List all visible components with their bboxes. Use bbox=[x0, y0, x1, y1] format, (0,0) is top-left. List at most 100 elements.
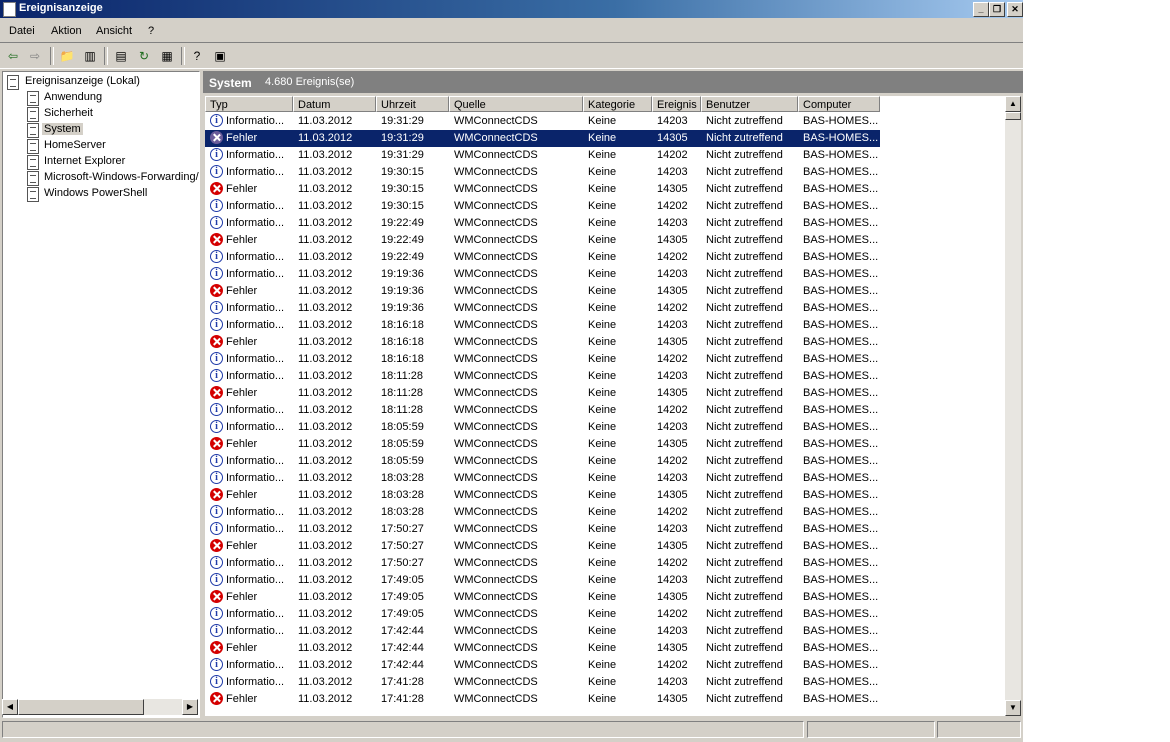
table-row[interactable]: Fehler 11.03.2012 19:31:29 WMConnectCDS Kein… bbox=[205, 130, 880, 147]
console-icon[interactable]: ▣ bbox=[212, 48, 228, 64]
refresh-icon[interactable]: ↻ bbox=[136, 48, 152, 64]
status-pane-2 bbox=[807, 721, 935, 738]
column-header-quelle[interactable]: Quelle bbox=[449, 96, 583, 112]
table-row[interactable]: Fehler 11.03.2012 19:22:49 WMConnectCDS Kein… bbox=[205, 232, 880, 249]
back-icon[interactable]: ⇦ bbox=[5, 48, 21, 64]
table-row[interactable]: i Informatio... 11.03.2012 19:22:49 WMConnec… bbox=[205, 215, 880, 232]
log-icon bbox=[27, 139, 39, 154]
event-list[interactable]: Typ Datum Uhrzeit Quelle Kategorie Ereig… bbox=[205, 96, 1005, 716]
column-header-kategorie[interactable]: Kategorie bbox=[583, 96, 652, 112]
table-row[interactable]: i Informatio... 11.03.2012 19:30:15 WMConnec… bbox=[205, 164, 880, 181]
cell-category: Keine bbox=[588, 659, 617, 671]
up-folder-icon[interactable]: 📁 bbox=[59, 48, 75, 64]
table-row[interactable]: Fehler 11.03.2012 17:41:28 WMConnectCDS Kein… bbox=[205, 691, 880, 708]
forward-icon[interactable]: ⇨ bbox=[27, 48, 43, 64]
table-row[interactable]: i Informatio... 11.03.2012 18:11:28 WMConnec… bbox=[205, 402, 880, 419]
table-row[interactable]: Fehler 11.03.2012 18:05:59 WMConnectCDS Kein… bbox=[205, 436, 880, 453]
table-row[interactable]: Fehler 11.03.2012 17:42:44 WMConnectCDS Kein… bbox=[205, 640, 880, 657]
help-icon[interactable]: ? bbox=[189, 48, 205, 64]
error-icon bbox=[210, 539, 223, 552]
table-row[interactable]: i Informatio... 11.03.2012 17:41:28 WMConnec… bbox=[205, 674, 880, 691]
cell-date: 11.03.2012 bbox=[298, 506, 353, 518]
status-bar bbox=[0, 719, 1023, 739]
table-row[interactable]: Fehler 11.03.2012 17:49:05 WMConnectCDS Kein… bbox=[205, 589, 880, 606]
table-row[interactable]: i Informatio... 11.03.2012 17:49:05 WMConnec… bbox=[205, 606, 880, 623]
column-header-ereignis[interactable]: Ereignis bbox=[652, 96, 701, 112]
tree-horizontal-scrollbar[interactable]: ◀ ▶ bbox=[2, 699, 198, 715]
title-bar[interactable]: Ereignisanzeige _ ❐ ✕ bbox=[0, 0, 1023, 18]
close-button[interactable]: ✕ bbox=[1007, 2, 1023, 17]
cell-source: WMConnectCDS bbox=[454, 251, 538, 263]
minimize-button[interactable]: _ bbox=[973, 2, 989, 17]
table-row[interactable]: i Informatio... 11.03.2012 18:16:18 WMConnec… bbox=[205, 351, 880, 368]
column-header-typ[interactable]: Typ bbox=[205, 96, 293, 112]
info-icon: i bbox=[210, 267, 223, 280]
column-header-computer[interactable]: Computer bbox=[798, 96, 880, 112]
cell-time: 18:03:28 bbox=[381, 506, 424, 518]
cell-time: 18:05:59 bbox=[381, 421, 424, 433]
error-icon bbox=[210, 386, 223, 399]
restore-button[interactable]: ❐ bbox=[989, 2, 1005, 17]
properties-icon[interactable]: ▤ bbox=[113, 48, 129, 64]
menu-ansicht[interactable]: Ansicht bbox=[96, 25, 132, 37]
menu-datei[interactable]: Datei bbox=[9, 25, 35, 37]
list-vertical-scrollbar[interactable]: ▲ ▼ bbox=[1005, 96, 1021, 716]
scroll-right-icon[interactable]: ▶ bbox=[182, 699, 198, 715]
cell-event: 14305 bbox=[657, 234, 688, 246]
cell-user: Nicht zutreffend bbox=[706, 608, 783, 620]
cell-category: Keine bbox=[588, 523, 617, 535]
table-row[interactable]: i Informatio... 11.03.2012 17:50:27 WMConnec… bbox=[205, 555, 880, 572]
export-list-icon[interactable]: ▦ bbox=[159, 48, 175, 64]
cell-type: Informatio... bbox=[226, 268, 285, 280]
table-row[interactable]: Fehler 11.03.2012 18:16:18 WMConnectCDS Kein… bbox=[205, 334, 880, 351]
table-row[interactable]: i Informatio... 11.03.2012 18:11:28 WMConnec… bbox=[205, 368, 880, 385]
scroll-left-icon[interactable]: ◀ bbox=[2, 699, 18, 715]
cell-date: 11.03.2012 bbox=[298, 251, 353, 263]
column-header-uhrzeit[interactable]: Uhrzeit bbox=[376, 96, 449, 112]
table-row[interactable]: i Informatio... 11.03.2012 19:31:29 WMConnec… bbox=[205, 147, 880, 164]
show-hide-tree-icon[interactable]: ▥ bbox=[82, 48, 98, 64]
table-row[interactable]: Fehler 11.03.2012 19:19:36 WMConnectCDS Kein… bbox=[205, 283, 880, 300]
cell-event: 14203 bbox=[657, 319, 688, 331]
menu-help[interactable]: ? bbox=[148, 25, 154, 37]
scroll-thumb[interactable] bbox=[18, 699, 144, 715]
cell-source: WMConnectCDS bbox=[454, 642, 538, 654]
cell-category: Keine bbox=[588, 251, 617, 263]
cell-date: 11.03.2012 bbox=[298, 625, 353, 637]
panel-header: System 4.680 Ereignis(se) bbox=[203, 71, 1023, 93]
table-row[interactable]: i Informatio... 11.03.2012 19:19:36 WMConnec… bbox=[205, 266, 880, 283]
cell-date: 11.03.2012 bbox=[298, 166, 353, 178]
scroll-down-icon[interactable]: ▼ bbox=[1005, 700, 1021, 716]
cell-event: 14202 bbox=[657, 455, 688, 467]
cell-date: 11.03.2012 bbox=[298, 183, 353, 195]
table-row[interactable]: i Informatio... 11.03.2012 17:42:44 WMConnec… bbox=[205, 657, 880, 674]
table-row[interactable]: i Informatio... 11.03.2012 18:05:59 WMConnec… bbox=[205, 419, 880, 436]
column-header-benutzer[interactable]: Benutzer bbox=[701, 96, 798, 112]
scroll-up-icon[interactable]: ▲ bbox=[1005, 96, 1021, 112]
scroll-thumb[interactable] bbox=[1005, 112, 1021, 120]
table-row[interactable]: i Informatio... 11.03.2012 18:05:59 WMConnec… bbox=[205, 453, 880, 470]
table-row[interactable]: Fehler 11.03.2012 18:03:28 WMConnectCDS Kein… bbox=[205, 487, 880, 504]
table-row[interactable]: Fehler 11.03.2012 18:11:28 WMConnectCDS Kein… bbox=[205, 385, 880, 402]
cell-source: WMConnectCDS bbox=[454, 489, 538, 501]
table-row[interactable]: i Informatio... 11.03.2012 18:16:18 WMConnec… bbox=[205, 317, 880, 334]
cell-computer: BAS-HOMES... bbox=[803, 336, 879, 348]
table-row[interactable]: Fehler 11.03.2012 17:50:27 WMConnectCDS Kein… bbox=[205, 538, 880, 555]
table-row[interactable]: i Informatio... 11.03.2012 17:50:27 WMConnec… bbox=[205, 521, 880, 538]
menu-aktion[interactable]: Aktion bbox=[51, 25, 82, 37]
table-row[interactable]: i Informatio... 11.03.2012 19:19:36 WMConnec… bbox=[205, 300, 880, 317]
table-row[interactable]: i Informatio... 11.03.2012 17:49:05 WMConnec… bbox=[205, 572, 880, 589]
cell-computer: BAS-HOMES... bbox=[803, 659, 879, 671]
cell-date: 11.03.2012 bbox=[298, 455, 353, 467]
column-header-datum[interactable]: Datum bbox=[293, 96, 376, 112]
table-row[interactable]: i Informatio... 11.03.2012 19:30:15 WMConnec… bbox=[205, 198, 880, 215]
table-row[interactable]: Fehler 11.03.2012 19:30:15 WMConnectCDS Kein… bbox=[205, 181, 880, 198]
table-row[interactable]: i Informatio... 11.03.2012 18:03:28 WMConnec… bbox=[205, 470, 880, 487]
table-row[interactable]: i Informatio... 11.03.2012 19:22:49 WMConnec… bbox=[205, 249, 880, 266]
table-row[interactable]: i Informatio... 11.03.2012 19:31:29 WMConnec… bbox=[205, 113, 880, 130]
table-row[interactable]: i Informatio... 11.03.2012 18:03:28 WMConnec… bbox=[205, 504, 880, 521]
info-icon: i bbox=[210, 369, 223, 382]
table-row[interactable]: i Informatio... 11.03.2012 17:42:44 WMConnec… bbox=[205, 623, 880, 640]
cell-date: 11.03.2012 bbox=[298, 370, 353, 382]
toolbar: ⇦ ⇨ 📁 ▥ ▤ ↻ ▦ ? ▣ bbox=[0, 44, 1023, 69]
